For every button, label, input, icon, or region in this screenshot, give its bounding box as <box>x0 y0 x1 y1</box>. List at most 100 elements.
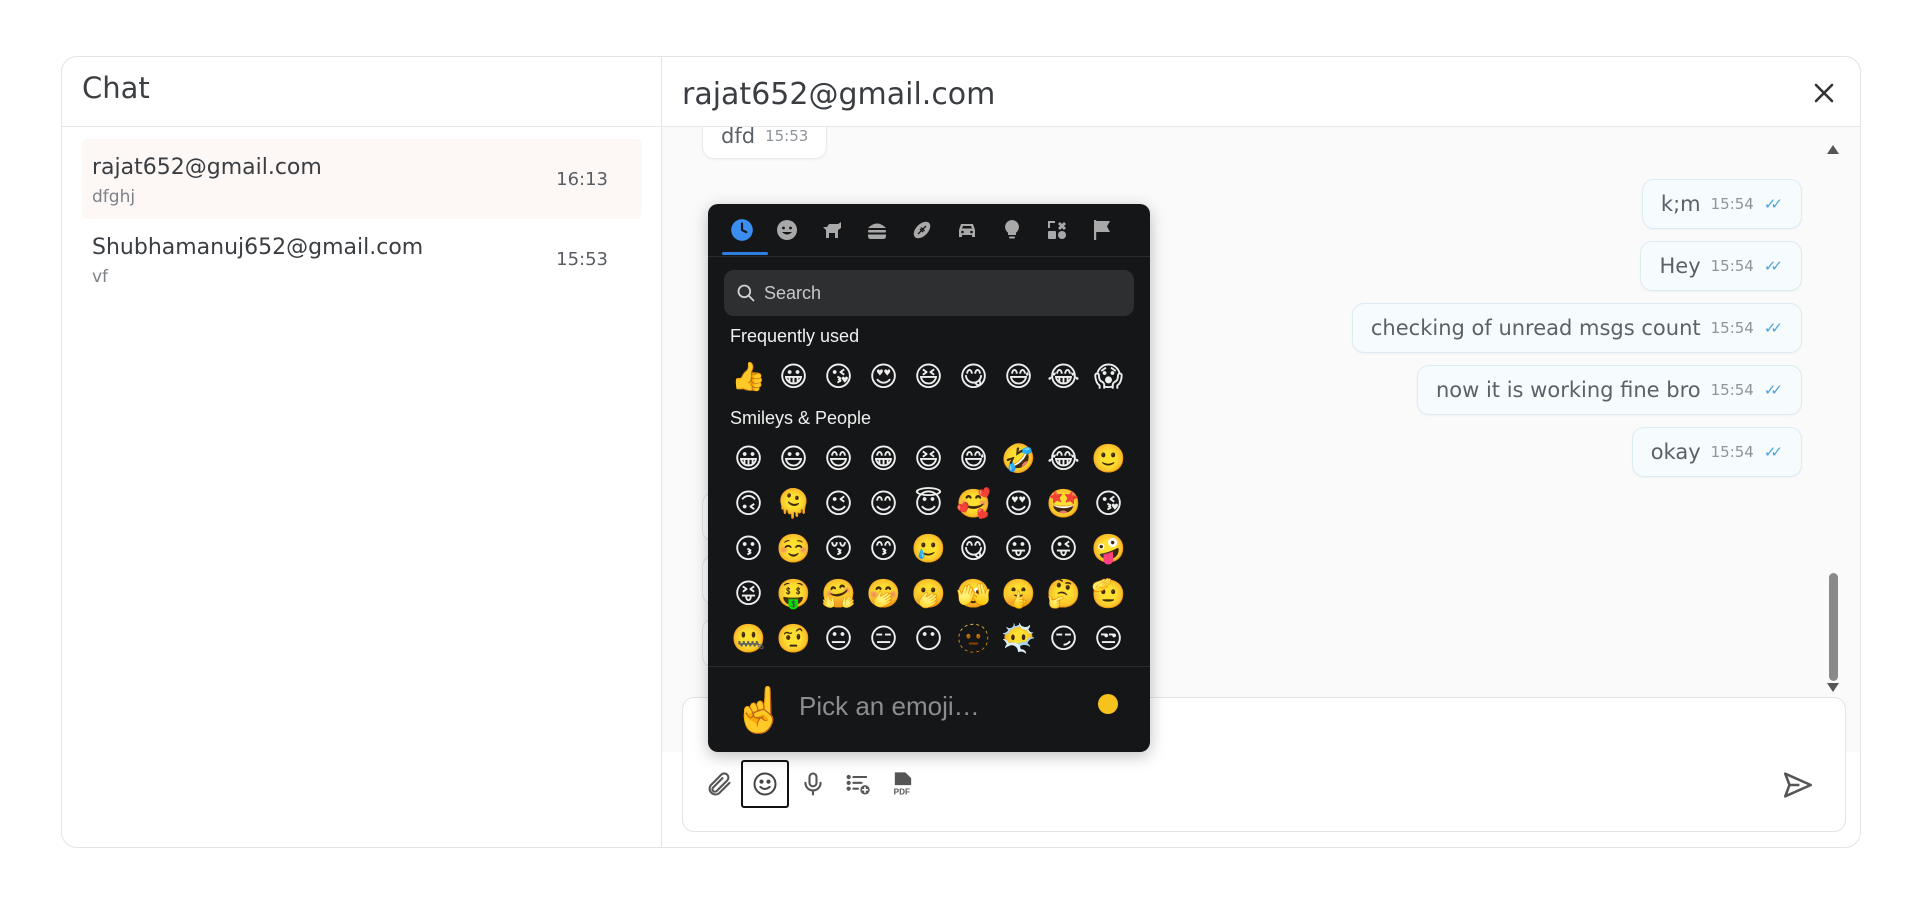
category-activities-tab[interactable] <box>902 214 942 246</box>
voice-button[interactable] <box>789 760 837 808</box>
sidebar-title: Chat <box>82 71 150 105</box>
emoji-button[interactable]: 😱 <box>1086 354 1131 399</box>
emoji-button[interactable]: 😙 <box>861 526 906 571</box>
emoji-search-input[interactable] <box>764 282 1124 304</box>
emoji-button[interactable]: 😗 <box>726 526 771 571</box>
category-objects-tab[interactable] <box>992 214 1032 246</box>
emoji-button[interactable]: 😁 <box>861 436 906 481</box>
emoji-search-box[interactable] <box>724 270 1134 316</box>
emoji-preview-text: Pick an emoji… <box>799 691 980 721</box>
conversation-name: Shubhamanuj652@gmail.com <box>92 235 424 260</box>
emoji-button[interactable]: 😘 <box>1086 481 1131 526</box>
emoji-button[interactable]: 😍 <box>996 481 1041 526</box>
message-text: k;m <box>1660 192 1701 216</box>
emoji-button[interactable]: 🤨 <box>771 616 816 661</box>
emoji-button[interactable]: 🫥 <box>951 616 996 661</box>
scrollbar-thumb[interactable] <box>1829 573 1838 681</box>
emoji-button[interactable]: 😐 <box>816 616 861 661</box>
emoji-button[interactable]: ☺️ <box>771 526 816 571</box>
category-food-tab[interactable] <box>857 214 897 246</box>
emoji-button[interactable]: 😉 <box>816 481 861 526</box>
emoji-button[interactable]: 😶‍🌫️ <box>996 616 1041 661</box>
emoji-button[interactable]: 🤑 <box>771 571 816 616</box>
category-smileys-tab[interactable] <box>767 214 807 246</box>
category-symbols-tab[interactable] <box>1037 214 1077 246</box>
emoji-button[interactable]: 🫡 <box>1086 571 1131 616</box>
emoji-button[interactable]: 😄 <box>816 436 861 481</box>
divider <box>708 666 1150 667</box>
emoji-button[interactable]: 😅 <box>951 436 996 481</box>
emoji-button[interactable]: 😜 <box>1041 526 1086 571</box>
emoji-button[interactable]: 😶 <box>906 616 951 661</box>
emoji-button[interactable]: 😆 <box>906 354 951 399</box>
search-icon <box>737 284 755 302</box>
category-flags-tab[interactable] <box>1082 214 1122 246</box>
emoji-button[interactable]: 😋 <box>951 354 996 399</box>
emoji-button[interactable]: 🤪 <box>1086 526 1131 571</box>
emoji-button[interactable]: 🤣 <box>996 436 1041 481</box>
emoji-button[interactable]: 🤩 <box>1041 481 1086 526</box>
emoji-button[interactable]: 😛 <box>996 526 1041 571</box>
message-incoming: dfd 15:53 <box>702 127 828 159</box>
send-icon[interactable] <box>1781 768 1815 802</box>
emoji-button[interactable]: 😑 <box>861 616 906 661</box>
emoji-button[interactable]: 😆 <box>906 436 951 481</box>
category-travel-tab[interactable] <box>947 214 987 246</box>
emoji-button[interactable]: 🙂 <box>1086 436 1131 481</box>
double-check-icon: ✓✓ <box>1763 195 1783 213</box>
scroll-up-arrow-icon[interactable] <box>1827 145 1839 154</box>
attach-button[interactable] <box>695 760 743 808</box>
double-check-icon: ✓✓ <box>1763 381 1783 399</box>
list-add-icon <box>846 774 870 795</box>
emoji-button[interactable] <box>741 760 789 808</box>
emoji-button[interactable]: 😋 <box>951 526 996 571</box>
emoji-button[interactable]: 😇 <box>906 481 951 526</box>
emoji-button[interactable]: 🤐 <box>726 616 771 661</box>
scroll-down-arrow-icon[interactable] <box>1827 683 1839 692</box>
emoji-button[interactable]: 😂 <box>1041 354 1086 399</box>
emoji-button[interactable]: 😂 <box>1041 436 1086 481</box>
scrollbar[interactable] <box>1826 137 1840 692</box>
emoji-button[interactable]: 🫠 <box>771 481 816 526</box>
message-text: okay <box>1650 440 1701 464</box>
smiley-icon <box>777 220 797 240</box>
emoji-button[interactable]: 😝 <box>726 571 771 616</box>
emoji-button[interactable]: 🤫 <box>996 571 1041 616</box>
close-icon[interactable] <box>1810 79 1838 107</box>
emoji-button[interactable]: 😀 <box>726 436 771 481</box>
emoji-button[interactable]: 😏 <box>1041 616 1086 661</box>
skin-tone-selector[interactable] <box>1098 694 1118 714</box>
emoji-button[interactable]: 😅 <box>996 354 1041 399</box>
message-text: checking of unread msgs count <box>1370 316 1701 340</box>
emoji-button[interactable]: 🤔 <box>1041 571 1086 616</box>
emoji-button[interactable]: 😚 <box>816 526 861 571</box>
pdf-button[interactable]: PDF <box>879 760 927 808</box>
attach-icon <box>708 772 731 796</box>
emoji-button[interactable]: 🥰 <box>951 481 996 526</box>
emoji-button[interactable]: 😍 <box>861 354 906 399</box>
category-animals-tab[interactable] <box>812 214 852 246</box>
message-outgoing: checking of unread msgs count 15:54 ✓✓ <box>1351 303 1802 353</box>
emoji-picker[interactable]: Frequently used 👍😀😘😍😆😋😅😂😱 Smileys & Peop… <box>708 204 1150 752</box>
add-list-button[interactable] <box>834 760 882 808</box>
emoji-button[interactable]: 😊 <box>861 481 906 526</box>
emoji-button[interactable]: 😃 <box>771 436 816 481</box>
emoji-button[interactable]: 🥲 <box>906 526 951 571</box>
chat-header: rajat652@gmail.com <box>662 57 1860 127</box>
emoji-grid-frequent: 👍 😀 😘 😍 😆 😋 😅 😂 😱 <box>726 354 1131 399</box>
divider <box>708 256 1150 257</box>
conversation-item[interactable]: rajat652@gmail.com dfghj 16:13 <box>82 139 642 219</box>
emoji-button[interactable]: 😘 <box>816 354 861 399</box>
category-recent-tab[interactable] <box>722 214 762 246</box>
emoji-button[interactable]: 🫣 <box>951 571 996 616</box>
emoji-button[interactable]: 🤗 <box>816 571 861 616</box>
emoji-grid-smileys: 😀 😃 😄 😁 😆 😅 🤣 😂 🙂 🙃 🫠 😉 😊 😇 🥰 😍 🤩 😘 😗 ☺️ 😚 😙 🥲 😋 😛 😜 🤪 😝 🤑 🤗 🤭 🫢 🫣 🤫 🤔 🫡 🤐 🤨 😐… <box>726 436 1131 661</box>
emoji-button[interactable]: 😒 <box>1086 616 1131 661</box>
emoji-button[interactable]: 🫢 <box>906 571 951 616</box>
emoji-button[interactable]: 👍 <box>726 354 771 399</box>
emoji-button[interactable]: 😀 <box>771 354 816 399</box>
conversation-item[interactable]: Shubhamanuj652@gmail.com vf 15:53 <box>82 219 642 299</box>
emoji-button[interactable]: 🤭 <box>861 571 906 616</box>
message-outgoing: Hey 15:54 ✓✓ <box>1640 241 1802 291</box>
emoji-button[interactable]: 🙃 <box>726 481 771 526</box>
